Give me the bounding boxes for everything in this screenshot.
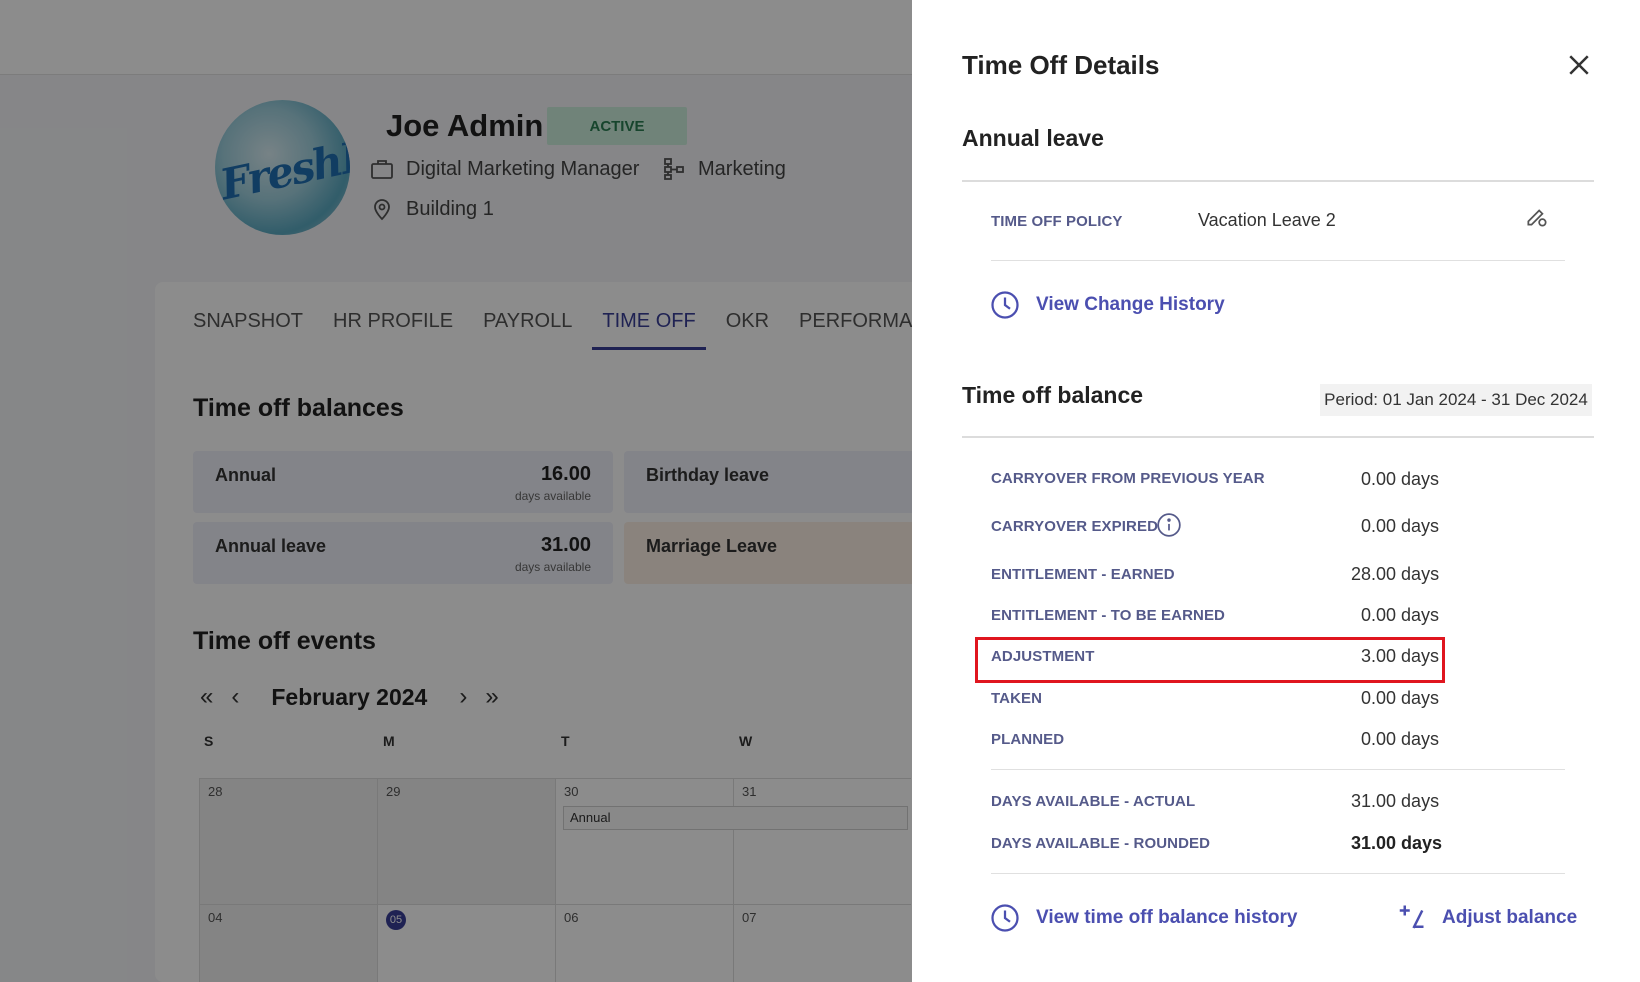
carryover-expired-label: CARRYOVER EXPIRED — [991, 518, 1159, 535]
entitlement-to-be-earned-label: ENTITLEMENT - TO BE EARNED — [991, 607, 1225, 624]
info-icon[interactable] — [1156, 512, 1182, 538]
days-available-rounded-value: 31.00 days — [1351, 833, 1443, 853]
plus-minus-icon — [1399, 905, 1424, 929]
leave-type-title: Annual leave — [962, 125, 1104, 151]
days-available-actual-value: 31.00 days — [1351, 791, 1440, 811]
view-change-history-link[interactable]: View Change History — [990, 290, 1225, 320]
days-available-actual-label: DAYS AVAILABLE - ACTUAL — [991, 793, 1196, 810]
carryover-value: 0.00 days — [1361, 469, 1440, 489]
close-button[interactable] — [1564, 50, 1594, 80]
view-balance-history-link[interactable]: View time off balance history — [990, 903, 1298, 933]
entitlement-to-be-earned-value: 0.00 days — [1361, 605, 1440, 625]
adjust-balance-button[interactable]: Adjust balance — [1396, 903, 1577, 933]
adjust-balance-label: Adjust balance — [1442, 907, 1578, 928]
divider — [991, 873, 1565, 874]
planned-label: PLANNED — [991, 731, 1065, 748]
close-icon — [1569, 55, 1589, 75]
time-off-details-panel: Time Off Details Annual leave TIME OFF P… — [912, 0, 1640, 982]
view-change-history-label: View Change History — [1036, 294, 1225, 315]
taken-value: 0.00 days — [1361, 688, 1440, 708]
carryover-label: CARRYOVER FROM PREVIOUS YEAR — [991, 470, 1265, 487]
adjustment-value: 3.00 days — [1361, 646, 1440, 666]
taken-label: TAKEN — [991, 690, 1043, 707]
policy-value: Vacation Leave 2 — [1198, 210, 1336, 230]
edit-policy-button[interactable] — [1524, 204, 1550, 230]
carryover-expired-value: 0.00 days — [1361, 516, 1440, 536]
pencil-icon — [1527, 209, 1547, 227]
divider — [962, 180, 1594, 182]
clock-icon — [991, 291, 1019, 319]
entitlement-earned-label: ENTITLEMENT - EARNED — [991, 566, 1175, 583]
divider — [991, 260, 1565, 261]
clock-icon — [991, 904, 1019, 932]
planned-value: 0.00 days — [1361, 729, 1440, 749]
period-badge: Period: 01 Jan 2024 - 31 Dec 2024 — [1320, 384, 1592, 416]
policy-label: TIME OFF POLICY — [991, 213, 1123, 230]
days-available-rounded-label: DAYS AVAILABLE - ROUNDED — [991, 835, 1211, 852]
balance-heading: Time off balance — [962, 382, 1144, 408]
entitlement-earned-value: 28.00 days — [1351, 564, 1440, 584]
view-balance-history-label: View time off balance history — [1036, 907, 1298, 928]
divider — [991, 769, 1565, 770]
panel-title: Time Off Details — [962, 50, 1160, 80]
divider — [962, 436, 1594, 438]
adjustment-label: ADJUSTMENT — [991, 648, 1095, 665]
